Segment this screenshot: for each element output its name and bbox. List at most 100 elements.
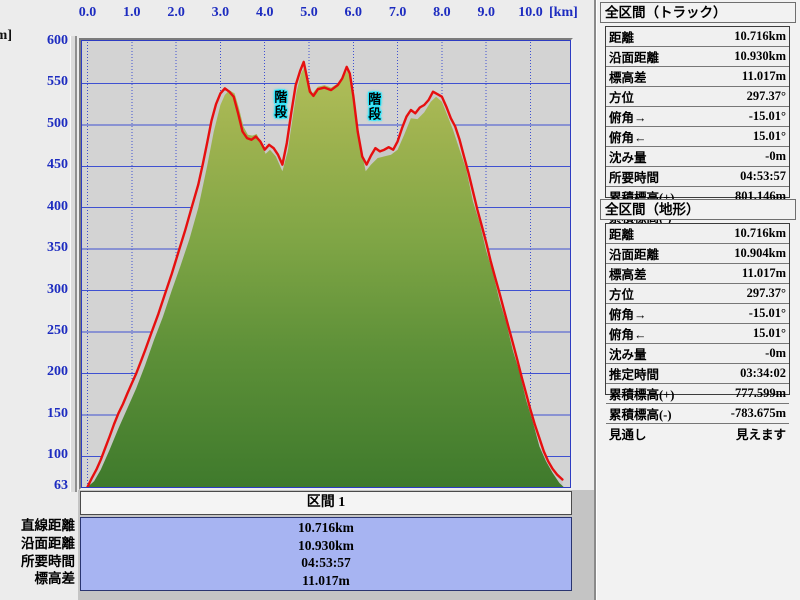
stat-label: 見通し — [609, 424, 647, 443]
y-axis-tick: 550 — [8, 74, 68, 90]
stat-value: 297.37° — [747, 286, 786, 301]
stat-value: 297.37° — [747, 89, 786, 104]
stat-row: 方位 297.37° — [606, 284, 789, 304]
stat-row: 標高差 11.017m — [606, 264, 789, 284]
stat-value: 10.904km — [734, 246, 786, 261]
stairs-annotation: 階段 — [364, 92, 383, 122]
y-axis-tick: 63 — [8, 478, 68, 494]
stat-label: 俯角→ — [609, 107, 647, 126]
stat-row: 俯角→-15.01° — [606, 304, 789, 324]
stat-value: 10.716km — [734, 226, 786, 241]
y-axis-tick: 500 — [8, 116, 68, 132]
stat-label: 標高差 — [609, 67, 647, 86]
stat-row: 累積標高(-) -783.675m — [606, 404, 789, 424]
stat-label: 沿面距離 — [609, 47, 659, 66]
terrain-area-fill — [88, 67, 564, 487]
stat-label: 俯角← — [609, 324, 647, 343]
stat-row: 俯角← 15.01° — [606, 324, 789, 344]
pane-splitter[interactable] — [70, 36, 77, 492]
stat-row: 所要時間 04:53:57 — [606, 167, 789, 187]
segment-value: 10.930km — [81, 537, 571, 555]
stat-value: 10.716km — [734, 29, 786, 44]
segment-value: 04:53:57 — [81, 554, 571, 572]
stat-row: 沈み量 -0m — [606, 147, 789, 167]
segment-label: 標高差 — [0, 570, 75, 588]
stat-row: 沿面距離 10.904km — [606, 244, 789, 264]
stat-value: -15.01° — [749, 109, 786, 124]
terrain-panel-table: 距離 10.716km 沿面距離 10.904km 標高差 11.017m 方位 297.37… — [605, 223, 790, 395]
segment-label: 所要時間 — [0, 553, 75, 571]
stat-label: 方位 — [609, 284, 634, 303]
stat-label: 距離 — [609, 224, 634, 243]
y-axis-tick: 100 — [8, 447, 68, 463]
x-axis-tick: 3.0 — [200, 5, 240, 21]
stat-row: 距離10.716km — [606, 27, 789, 47]
x-axis-tick: 1.0 — [112, 5, 152, 21]
stat-value: -0m — [765, 149, 786, 164]
stat-row: 推定時間 03:34:02 — [606, 364, 789, 384]
stat-value: 見えます — [736, 424, 786, 443]
elevation-chart[interactable]: 階段 階段 — [81, 40, 571, 488]
stat-label: 沈み量 — [609, 344, 647, 363]
y-axis-tick: 300 — [8, 282, 68, 298]
stat-label: 累積標高(+) — [609, 384, 674, 403]
stat-value: -15.01° — [749, 306, 786, 321]
stat-row: 標高差 11.017m — [606, 67, 789, 87]
stat-row: 沿面距離10.930km — [606, 47, 789, 67]
segment-value: 10.716km — [81, 519, 571, 537]
stat-value: 04:53:57 — [740, 169, 786, 184]
y-axis-tick: 450 — [8, 157, 68, 173]
segment-label: 直線距離 — [0, 517, 75, 535]
x-axis-tick: 2.0 — [156, 5, 196, 21]
stat-row: 沈み量 -0m — [606, 344, 789, 364]
x-axis-tick: 7.0 — [378, 5, 418, 21]
stairs-annotation: 階段 — [270, 90, 289, 120]
stat-label: 累積標高(-) — [609, 404, 672, 423]
stat-value: 15.01° — [753, 326, 786, 341]
stat-label: 推定時間 — [609, 364, 659, 383]
x-axis-tick: 8.0 — [422, 5, 462, 21]
stat-value: 777.599m — [735, 386, 786, 401]
track-panel-header: 全区間（トラック） — [600, 2, 796, 23]
segment-value-box: 10.716km10.930km04:53:5711.017m — [80, 517, 572, 591]
stat-label: 俯角← — [609, 127, 647, 146]
graph-pane: [m] [km] 0.01.02.03.04.05.06.07.08.09.01… — [0, 0, 594, 600]
stat-row: 見通し 見えます — [606, 424, 789, 443]
stat-label: 沈み量 — [609, 147, 647, 166]
stat-value: 11.017m — [742, 69, 786, 84]
stat-label: 沿面距離 — [609, 244, 659, 263]
y-axis-tick: 250 — [8, 323, 68, 339]
plot-frame: 階段 階段 — [79, 38, 573, 490]
x-axis-tick: 4.0 — [245, 5, 285, 21]
stat-label: 方位 — [609, 87, 634, 106]
y-axis-tick: 600 — [8, 33, 68, 49]
stat-value: -0m — [765, 346, 786, 361]
stat-value: -783.675m — [731, 406, 786, 421]
info-pane: 全区間（トラック）距離10.716km沿面距離10.930km標高差11.017… — [594, 0, 800, 600]
stat-row: 俯角→ -15.01° — [606, 107, 789, 127]
stat-value: 03:34:02 — [740, 366, 786, 381]
y-axis-tick: 400 — [8, 199, 68, 215]
stat-label: 所要時間 — [609, 167, 659, 186]
stat-value: 15.01° — [753, 129, 786, 144]
stat-value: 11.017m — [742, 266, 786, 281]
terrain-panel-header: 全区間（地形） — [600, 199, 796, 220]
stat-row: 距離 10.716km — [606, 224, 789, 244]
segment-label: 沿面距離 — [0, 535, 75, 553]
stat-row: 方位 297.37° — [606, 87, 789, 107]
elevation-profile-window: [m] [km] 0.01.02.03.04.05.06.07.08.09.01… — [0, 0, 800, 600]
y-axis-tick: 150 — [8, 406, 68, 422]
x-axis-tick: 9.0 — [466, 5, 506, 21]
x-axis-tick: 0.0 — [68, 5, 108, 21]
stat-row: 俯角← 15.01° — [606, 127, 789, 147]
elevation-chart-svg — [82, 41, 570, 487]
x-axis-tick: 10.0 — [511, 5, 551, 21]
segment-header: 区間 1 — [80, 491, 572, 515]
stat-label: 標高差 — [609, 264, 647, 283]
x-axis-unit-label: [km] — [549, 5, 578, 21]
stat-row: 累積標高(+) 777.599m — [606, 384, 789, 404]
y-axis-tick: 350 — [8, 240, 68, 256]
y-axis-tick: 200 — [8, 364, 68, 380]
x-axis-tick: 5.0 — [289, 5, 329, 21]
segment-value: 11.017m — [81, 572, 571, 590]
